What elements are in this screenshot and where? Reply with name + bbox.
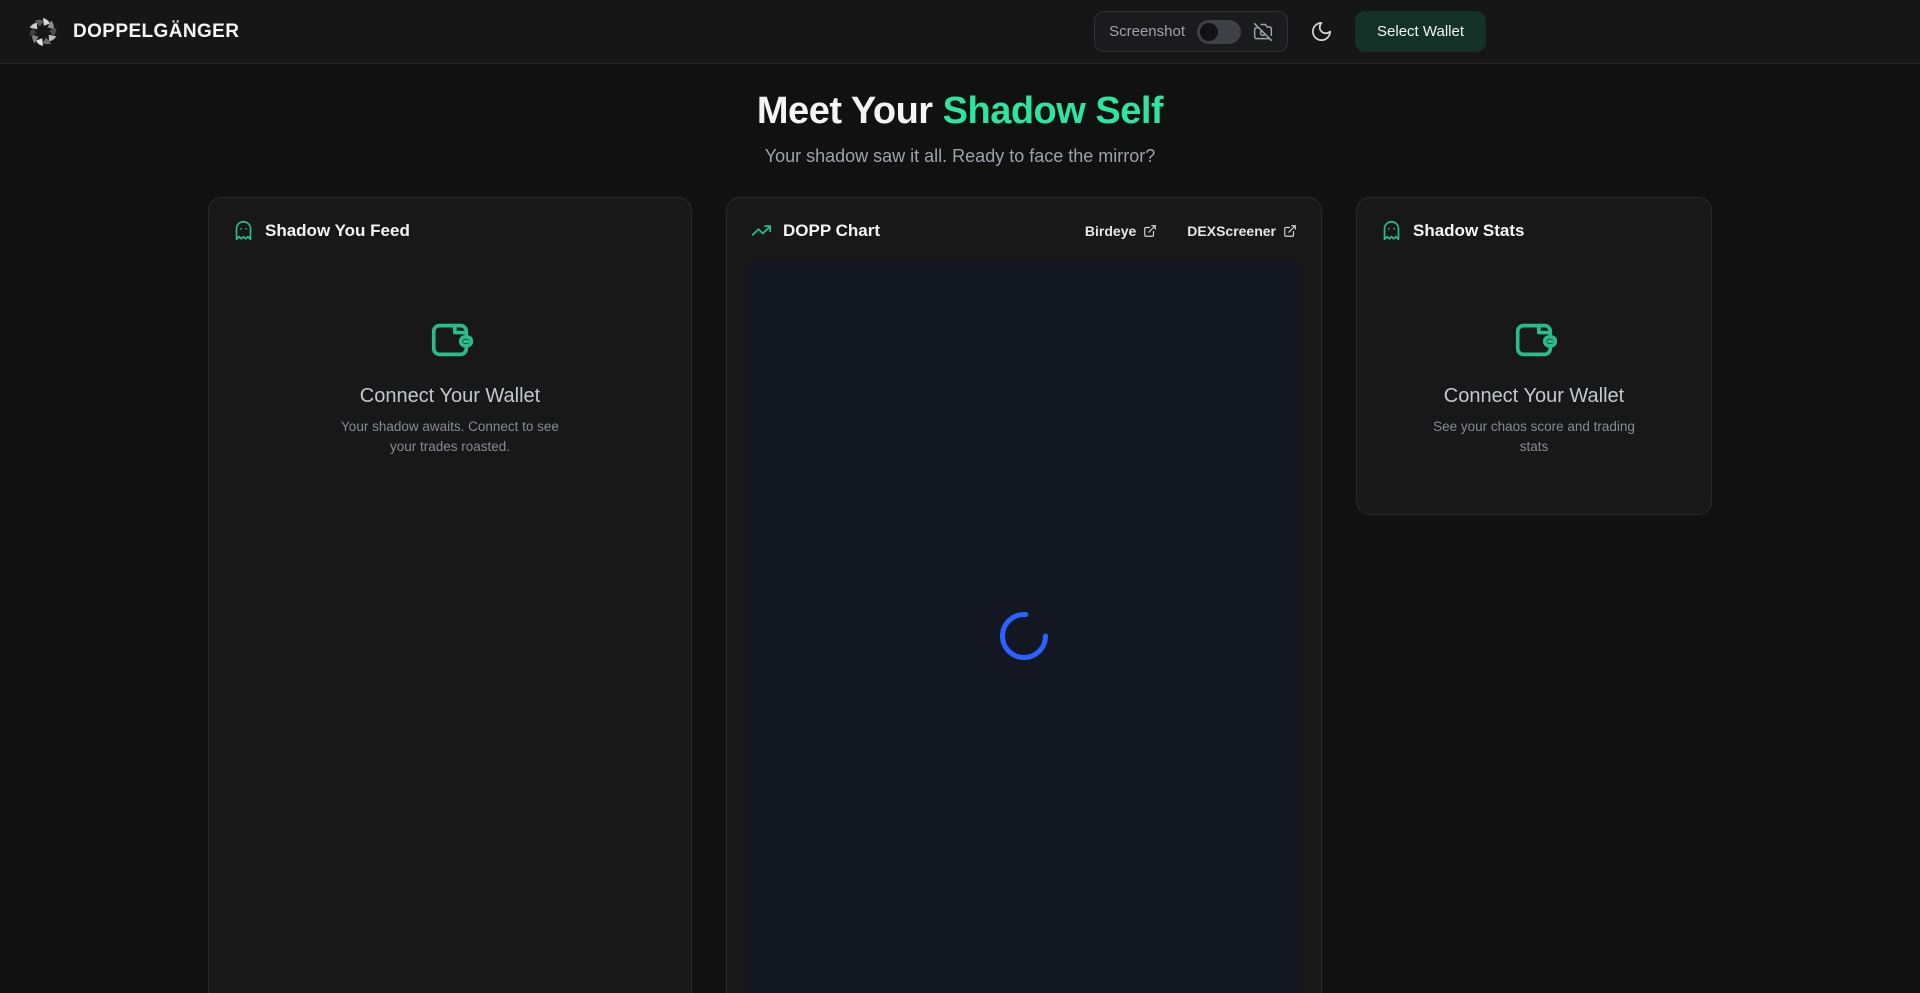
birdeye-link-label: Birdeye: [1085, 223, 1136, 239]
brand[interactable]: DOPPELGÄNGER: [26, 15, 239, 49]
page-title: Meet Your Shadow Self: [0, 90, 1920, 133]
loading-spinner: [998, 610, 1050, 662]
feed-empty-title: Connect Your Wallet: [360, 385, 540, 408]
pinwheel-icon: [26, 15, 60, 49]
page-title-accent: Shadow Self: [943, 90, 1163, 132]
ghost-icon: [233, 220, 254, 241]
feed-card-title: Shadow You Feed: [265, 221, 410, 241]
chart-card-title: DOPP Chart: [783, 221, 880, 241]
dexscreener-link[interactable]: DEXScreener: [1187, 223, 1297, 239]
dopp-chart-card: DOPP Chart Birdeye DEXScreener: [726, 197, 1322, 993]
toggle-knob: [1200, 23, 1218, 41]
moon-icon: [1310, 20, 1333, 43]
external-link-icon: [1143, 224, 1157, 238]
hero-section: Meet Your Shadow Self Your shadow saw it…: [0, 90, 1920, 167]
page-subtitle: Your shadow saw it all. Ready to face th…: [0, 146, 1920, 167]
ghost-icon: [1381, 220, 1402, 241]
shadow-feed-card: Shadow You Feed Connect Your Wallet Your…: [208, 197, 692, 993]
external-link-icon: [1283, 224, 1297, 238]
camera-off-icon: [1253, 22, 1273, 42]
stats-empty-subtitle: See your chaos score and trading stats: [1423, 417, 1645, 456]
theme-toggle-button[interactable]: [1310, 20, 1333, 43]
feed-empty-subtitle: Your shadow awaits. Connect to see your …: [339, 417, 561, 456]
shadow-stats-card: Shadow Stats Connect Your Wallet See you…: [1356, 197, 1712, 515]
screenshot-toggle[interactable]: [1197, 20, 1241, 44]
stats-card-header: Shadow Stats: [1357, 198, 1711, 255]
cards-grid: Shadow You Feed Connect Your Wallet Your…: [208, 197, 1712, 993]
wallet-icon: [427, 317, 473, 363]
screenshot-label: Screenshot: [1109, 23, 1185, 40]
screenshot-control: Screenshot: [1094, 11, 1288, 52]
stats-empty-state: Connect Your Wallet See your chaos score…: [1357, 255, 1711, 514]
stats-empty-title: Connect Your Wallet: [1444, 385, 1624, 408]
navbar-right-controls: Screenshot Select Wallet: [1094, 11, 1486, 52]
select-wallet-button[interactable]: Select Wallet: [1355, 11, 1486, 52]
chart-external-links: Birdeye DEXScreener: [1085, 223, 1297, 239]
chart-card-title-group: DOPP Chart: [751, 220, 880, 241]
feed-empty-state: Connect Your Wallet Your shadow awaits. …: [209, 255, 691, 993]
brand-title: DOPPELGÄNGER: [73, 21, 239, 43]
chart-card-header: DOPP Chart Birdeye DEXScreener: [727, 198, 1321, 255]
birdeye-link[interactable]: Birdeye: [1085, 223, 1157, 239]
stats-card-title: Shadow Stats: [1413, 221, 1524, 241]
trending-up-icon: [751, 220, 772, 241]
chart-embed-area[interactable]: [747, 261, 1301, 993]
dexscreener-link-label: DEXScreener: [1187, 223, 1276, 239]
feed-card-header: Shadow You Feed: [209, 198, 691, 255]
wallet-icon: [1511, 317, 1557, 363]
top-navbar: DOPPELGÄNGER Screenshot: [0, 0, 1920, 64]
